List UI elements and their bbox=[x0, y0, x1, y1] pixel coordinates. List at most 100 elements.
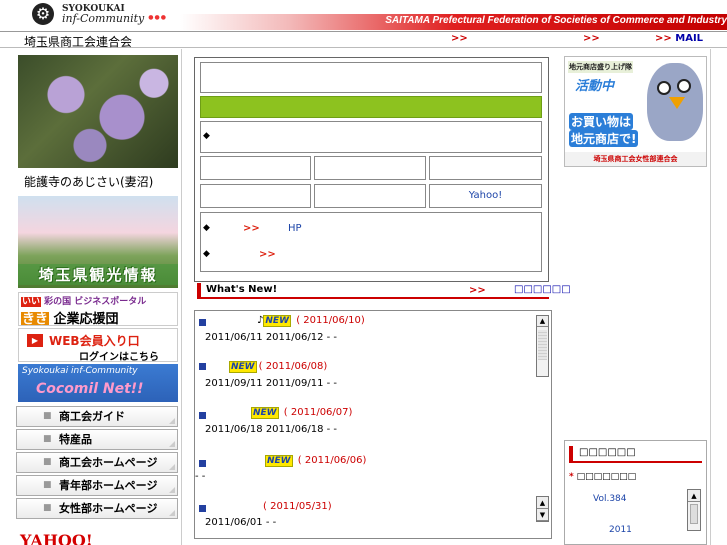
news-scrollbar-lower[interactable]: ▲ ▼ bbox=[536, 496, 549, 522]
menu-bullet-icon: ■ bbox=[43, 411, 52, 421]
logo-text: SYOKOUKAI inf-Community bbox=[62, 4, 144, 25]
new-badge: NEW bbox=[229, 361, 257, 373]
cocomil-line2: Cocomil Net!! bbox=[36, 381, 144, 397]
section-marker bbox=[569, 446, 573, 461]
newsletter-scrollbar[interactable]: ▲ bbox=[687, 489, 701, 531]
link-arrow[interactable]: >> bbox=[259, 249, 276, 260]
portal-banner-line1: いい 彩の国 ビジネスポータル bbox=[21, 297, 147, 307]
new-badge: NEW bbox=[251, 407, 279, 419]
left-sidebar: 能護寺のあじさい(妻沼) 埼玉県観光情報 いい 彩の国 ビジネスポータル きき … bbox=[16, 55, 178, 521]
newsletter-title: □□□□□□ bbox=[579, 447, 636, 458]
grid-cell[interactable] bbox=[429, 156, 542, 180]
menu-item-guide[interactable]: ■ 商工会ガイド bbox=[16, 406, 178, 427]
corner-icon bbox=[169, 418, 175, 424]
federation-title: 埼玉県商工会連合会 bbox=[24, 35, 133, 49]
bird-eye-icon bbox=[657, 81, 671, 95]
column-divider bbox=[181, 49, 182, 545]
news-headline[interactable]: NEW ( 2011/06/06) bbox=[265, 455, 366, 467]
menu-item-youth-homepage[interactable]: ■ 青年部ホームページ bbox=[16, 475, 178, 496]
menu-item-specialties[interactable]: ■ 特産品 bbox=[16, 429, 178, 450]
whats-new-arrow[interactable]: >> bbox=[469, 285, 486, 296]
bird-beak-icon bbox=[669, 97, 685, 109]
bullet-icon: ◆ bbox=[203, 223, 210, 233]
mail-arrow: >> bbox=[655, 33, 672, 44]
news-headline[interactable]: ♪ NEW ( 2011/06/10) bbox=[257, 315, 365, 327]
yahoo-logo[interactable]: YAHOO! bbox=[20, 531, 93, 545]
logo-bottom-text: inf-Community bbox=[62, 11, 145, 25]
newsletter-year-link[interactable]: 2011 bbox=[609, 525, 632, 535]
corner-icon bbox=[169, 510, 175, 516]
scroll-up-icon[interactable]: ▲ bbox=[688, 490, 700, 502]
scroll-up-icon[interactable]: ▲ bbox=[537, 497, 548, 509]
news-item[interactable]: NEW ( 2011/06/06) - - bbox=[195, 455, 535, 503]
corner-icon bbox=[169, 487, 175, 493]
menu-item-label: 特産品 bbox=[59, 433, 92, 446]
site-header: ⚙ SYOKOUKAI inf-Community ●●● SAITAMA Pr… bbox=[0, 0, 727, 32]
site-logo[interactable]: ⚙ SYOKOUKAI inf-Community ●●● bbox=[32, 3, 167, 25]
scroll-thumb[interactable] bbox=[538, 330, 547, 360]
info-row-empty bbox=[200, 62, 542, 93]
banner-line1: お買い物は bbox=[569, 113, 634, 130]
play-icon: ▶ bbox=[27, 334, 43, 347]
banner-line2: 地元商店で! bbox=[569, 130, 639, 147]
member-login-banner[interactable]: ▶ WEB会員入り口 ログインはこちら bbox=[18, 328, 178, 362]
newsletter-box: □□□□□□ * □□□□□□□ Vol.384 2011 ▲ bbox=[564, 440, 707, 545]
whats-new-more-link[interactable]: □□□□□□ bbox=[514, 284, 571, 295]
news-detail: 2011/06/11 2011/06/12 - - bbox=[205, 332, 338, 343]
subhead-link-arrow-1[interactable]: >> bbox=[451, 33, 468, 44]
news-detail: 2011/06/01 - - bbox=[205, 517, 277, 528]
menu-item-label: 青年部ホームページ bbox=[59, 479, 158, 492]
menu-bullet-icon: ■ bbox=[43, 457, 52, 467]
cocomil-line1: Syokoukai inf-Community bbox=[22, 366, 138, 376]
banner-caption-small: 地元商店盛り上げ隊 bbox=[568, 61, 633, 73]
news-scrollbar[interactable]: ▲ bbox=[536, 315, 549, 377]
news-item[interactable]: NEW ( 2011/06/07) 2011/06/18 2011/06/18 … bbox=[195, 407, 535, 455]
bullet-icon: ◆ bbox=[203, 249, 210, 259]
logo-dots-icon: ●●● bbox=[148, 13, 167, 21]
corner-icon bbox=[169, 464, 175, 470]
newsletter-subtitle: * □□□□□□□ bbox=[569, 472, 637, 482]
mail-label: MAIL bbox=[675, 33, 704, 44]
subhead-link-arrow-2[interactable]: >> bbox=[583, 33, 600, 44]
news-headline[interactable]: NEW( 2011/06/08) bbox=[229, 361, 327, 373]
hp-link[interactable]: HP bbox=[288, 223, 302, 234]
grid-cell[interactable] bbox=[200, 156, 311, 180]
newsletter-header: □□□□□□ bbox=[569, 445, 702, 463]
news-headline[interactable]: NEW ( 2011/06/07) bbox=[251, 407, 352, 419]
grid-cell[interactable] bbox=[200, 184, 311, 208]
news-headline[interactable]: ( 2011/05/31) bbox=[263, 501, 332, 512]
bullet-icon: ◆ bbox=[203, 131, 210, 141]
left-menu: ■ 商工会ガイド ■ 特産品 ■ 商工会ホームページ ■ 青年部ホームページ ■ 女性部ホ… bbox=[16, 406, 178, 519]
sub-header: 埼玉県商工会連合会 >> >> >> MAIL bbox=[0, 31, 727, 49]
menu-item-label: 商工会ガイド bbox=[59, 410, 125, 423]
business-portal-banner[interactable]: いい 彩の国 ビジネスポータル きき 企業応援団 bbox=[18, 292, 178, 326]
banner-caption-big: 活動中 bbox=[575, 79, 615, 94]
menu-item-label: 女性部ホームページ bbox=[59, 502, 158, 515]
scroll-thumb[interactable] bbox=[690, 504, 698, 524]
tourism-info-banner[interactable]: 埼玉県観光情報 bbox=[18, 196, 178, 288]
header-tagline: SAITAMA Prefectural Federation of Societ… bbox=[385, 15, 727, 26]
news-item[interactable]: NEW( 2011/06/08) 2011/09/11 2011/09/11 -… bbox=[195, 359, 535, 407]
menu-item-chamber-homepage[interactable]: ■ 商工会ホームページ bbox=[16, 452, 178, 473]
menu-item-women-homepage[interactable]: ■ 女性部ホームページ bbox=[16, 498, 178, 519]
mail-link[interactable]: >> MAIL bbox=[655, 33, 703, 44]
grid-cell[interactable] bbox=[314, 184, 426, 208]
local-shopping-banner[interactable]: 地元商店盛り上げ隊 活動中 お買い物は 地元商店で! 埼玉県商工会女性部連合会 bbox=[564, 56, 707, 167]
scroll-up-icon[interactable]: ▲ bbox=[537, 316, 548, 327]
member-login-subtitle: ログインはこちら bbox=[79, 352, 159, 362]
link-arrow[interactable]: >> bbox=[243, 223, 260, 234]
portal-banner-line2: きき 企業応援団 bbox=[21, 312, 119, 326]
newsletter-volume-link[interactable]: Vol.384 bbox=[593, 494, 627, 504]
member-login-title: WEB会員入り口 bbox=[49, 334, 140, 348]
news-bullet-icon bbox=[199, 412, 206, 419]
news-bullet-icon bbox=[199, 319, 206, 326]
hydrangea-photo bbox=[18, 55, 178, 168]
cocomil-net-banner[interactable]: Syokoukai inf-Community Cocomil Net!! bbox=[18, 364, 178, 402]
news-item[interactable]: ( 2011/05/31) 2011/06/01 - - bbox=[195, 501, 535, 538]
scroll-down-icon[interactable]: ▼ bbox=[537, 509, 548, 521]
grid-cell[interactable] bbox=[314, 156, 426, 180]
news-detail: - - bbox=[195, 471, 206, 482]
news-detail: 2011/06/18 2011/06/18 - - bbox=[205, 424, 338, 435]
yahoo-link-cell[interactable]: Yahoo! bbox=[429, 184, 542, 208]
news-item[interactable]: ♪ NEW ( 2011/06/10) 2011/06/11 2011/06/12… bbox=[195, 311, 535, 359]
